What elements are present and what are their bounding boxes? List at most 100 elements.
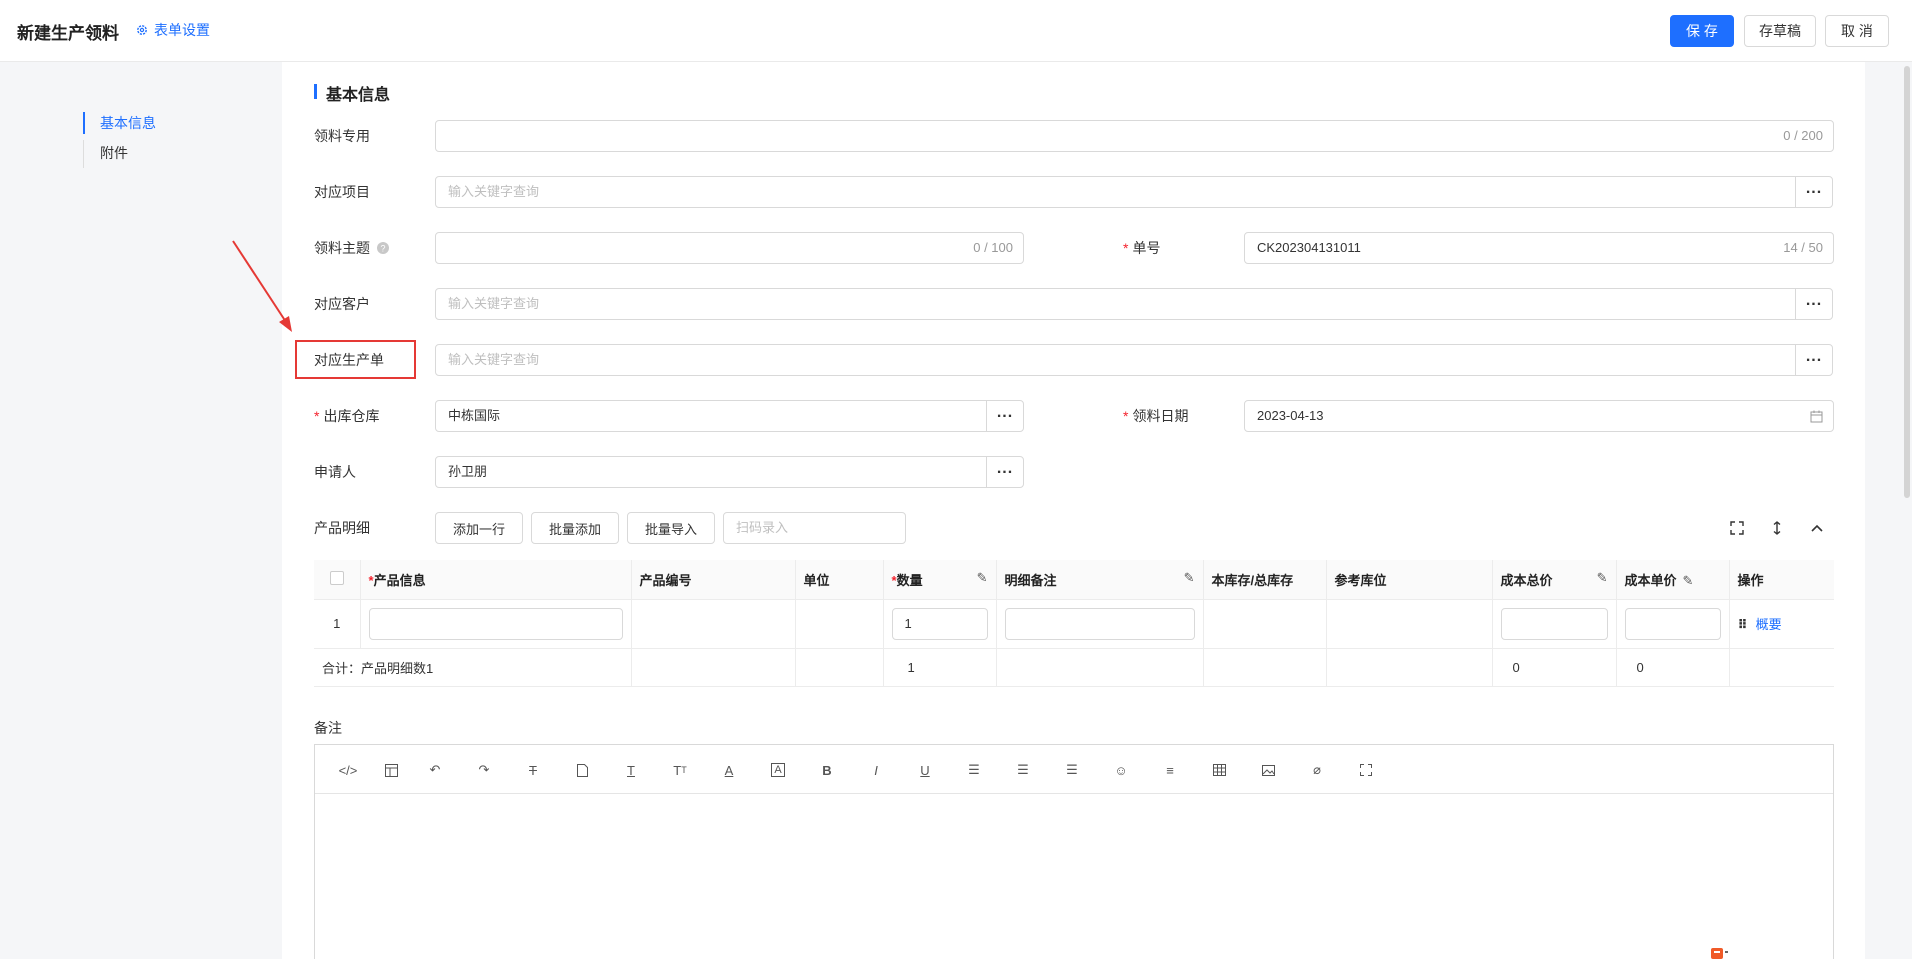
production-order-more-button[interactable]: ...: [1795, 344, 1833, 376]
cancel-button[interactable]: 取 消: [1825, 15, 1889, 47]
undo-icon[interactable]: ↶: [424, 759, 446, 781]
scan-input[interactable]: 扫码录入: [723, 512, 906, 544]
background-color-icon[interactable]: A: [767, 759, 789, 781]
horizontal-rule-icon[interactable]: ≡: [1159, 759, 1181, 781]
align-right-icon[interactable]: ☰: [1061, 759, 1083, 781]
calendar-icon[interactable]: [1810, 410, 1823, 423]
project-more-button[interactable]: ...: [1795, 176, 1833, 208]
font-color-icon[interactable]: A: [718, 759, 740, 781]
material-use-counter: 0 / 200: [1783, 128, 1823, 143]
production-order-input[interactable]: 输入关键字查询: [435, 344, 1796, 376]
document-icon[interactable]: [571, 759, 593, 781]
attachment-icon[interactable]: ⌀: [1306, 759, 1328, 781]
summary-empty-cell: [631, 648, 796, 687]
col-product-code: 产品编号: [631, 560, 796, 600]
edit-icon[interactable]: ✎: [977, 570, 988, 586]
rich-text-editor[interactable]: </> ↶ ↷ T T TT A A B I U ☰ ☰ ☰ ☺ ≡ ⌀: [314, 744, 1834, 959]
summary-unit-cost: 0: [1616, 648, 1730, 687]
col-detail-remark-label: 明细备注: [1004, 572, 1057, 588]
warehouse-more-button[interactable]: ...: [986, 400, 1024, 432]
table-icon[interactable]: [1208, 759, 1230, 781]
col-quantity-label: 数量: [896, 572, 923, 588]
total-cost-cell: [1492, 599, 1617, 649]
editor-fullscreen-icon[interactable]: [1355, 759, 1377, 781]
image-icon[interactable]: [1257, 759, 1279, 781]
select-all-checkbox[interactable]: [329, 570, 344, 585]
applicant-input[interactable]: 孙卫朋: [435, 456, 987, 488]
select-all-cell: [314, 560, 361, 600]
customer-input[interactable]: 输入关键字查询: [435, 288, 1796, 320]
product-code-cell: [631, 599, 796, 649]
summary-label: 合计：产品明细数1: [314, 648, 632, 687]
warehouse-label: * 出库仓库: [314, 400, 379, 432]
required-mark: *: [1123, 240, 1129, 256]
customer-placeholder: 输入关键字查询: [448, 296, 540, 311]
edit-icon[interactable]: ✎: [1597, 570, 1608, 586]
edit-icon[interactable]: ✎: [1683, 573, 1694, 588]
warehouse-input[interactable]: 中栋国际: [435, 400, 987, 432]
project-label: 对应项目: [314, 184, 370, 200]
summary-link[interactable]: 概要: [1756, 617, 1782, 632]
scrollbar-thumb[interactable]: [1904, 66, 1910, 498]
col-product-info: *产品信息: [360, 560, 632, 600]
total-cost-input[interactable]: [1500, 607, 1608, 640]
product-info-input[interactable]: [368, 607, 623, 640]
required-mark: *: [1123, 408, 1129, 424]
detail-remark-input[interactable]: [1004, 607, 1195, 640]
edit-icon[interactable]: ✎: [1184, 570, 1195, 586]
project-input[interactable]: 输入关键字查询: [435, 176, 1796, 208]
add-row-button[interactable]: 添加一行: [435, 512, 523, 544]
underline-icon[interactable]: U: [914, 759, 936, 781]
actions-cell: ⠿ 概要: [1729, 599, 1834, 649]
emoji-icon[interactable]: ☺: [1110, 759, 1132, 781]
date-label-text: 领料日期: [1132, 408, 1189, 424]
save-button[interactable]: 保 存: [1670, 15, 1734, 47]
summary-empty-cell: [1203, 648, 1327, 687]
italic-icon[interactable]: I: [865, 759, 887, 781]
customer-more-button[interactable]: ...: [1795, 288, 1833, 320]
table-header-row: *产品信息 产品编号 单位 *数量 ✎ 明细备注 ✎ 本库存/总库存 参考库位 成本…: [314, 560, 1834, 600]
align-left-icon[interactable]: ☰: [963, 759, 985, 781]
save-draft-button[interactable]: 存草稿: [1744, 15, 1816, 47]
warehouse-label-text: 出库仓库: [323, 408, 380, 424]
summary-empty-cell: [1326, 648, 1493, 687]
date-input[interactable]: 2023-04-13: [1244, 400, 1834, 432]
template-icon[interactable]: [380, 759, 402, 781]
drag-handle-icon[interactable]: ⠿: [1738, 617, 1748, 632]
strikethrough-icon[interactable]: T: [522, 759, 544, 781]
col-product-info-label: 产品信息: [373, 572, 426, 588]
subject-input[interactable]: 0 / 100: [435, 232, 1024, 264]
date-value: 2023-04-13: [1257, 408, 1324, 423]
col-total-cost: 成本总价 ✎: [1492, 560, 1617, 600]
more-icon: ...: [1805, 348, 1823, 365]
customer-label: 对应客户: [314, 296, 370, 312]
row-index: 1: [314, 599, 361, 649]
col-actions: 操作: [1729, 560, 1834, 600]
collapse-icon[interactable]: [1806, 517, 1828, 539]
col-unit: 单位: [795, 560, 884, 600]
number-input[interactable]: CK202304131011 14 / 50: [1244, 232, 1834, 264]
scan-placeholder: 扫码录入: [736, 520, 789, 535]
batch-add-button[interactable]: 批量添加: [531, 512, 619, 544]
number-label-text: 单号: [1132, 240, 1161, 256]
col-stock: 本库存/总库存: [1203, 560, 1327, 600]
font-size-icon[interactable]: T: [620, 759, 642, 781]
text-style-icon[interactable]: TT: [669, 759, 691, 781]
fullscreen-icon[interactable]: [1726, 517, 1748, 539]
bold-icon[interactable]: B: [816, 759, 838, 781]
unit-cost-input[interactable]: [1624, 607, 1721, 640]
source-code-icon[interactable]: </>: [337, 759, 359, 781]
align-center-icon[interactable]: ☰: [1012, 759, 1034, 781]
number-value: CK202304131011: [1257, 240, 1361, 255]
summary-row: 合计：产品明细数1 1 0 0: [314, 648, 1834, 687]
applicant-more-button[interactable]: ...: [986, 456, 1024, 488]
floating-widget-icon[interactable]: [1710, 946, 1728, 959]
material-use-input[interactable]: 0 / 200: [435, 120, 1834, 152]
help-icon[interactable]: ?: [376, 242, 389, 254]
batch-import-button[interactable]: 批量导入: [627, 512, 715, 544]
row-height-icon[interactable]: [1766, 517, 1788, 539]
more-icon: ...: [996, 404, 1014, 421]
quantity-input[interactable]: 1: [891, 607, 988, 640]
number-counter: 14 / 50: [1783, 240, 1823, 255]
redo-icon[interactable]: ↷: [473, 759, 495, 781]
